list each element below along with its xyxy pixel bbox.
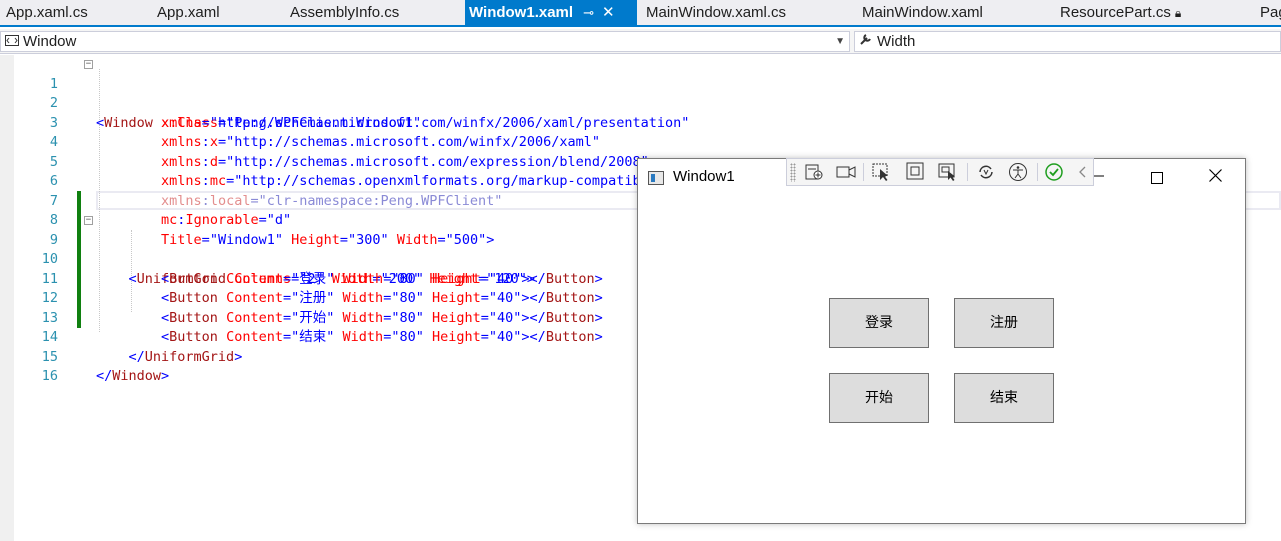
line-number: 16 <box>41 368 58 384</box>
tab-label: App.xaml <box>157 4 220 21</box>
chevron-down-icon[interactable]: ▼ <box>835 32 845 51</box>
element-selector-dropdown[interactable]: Window ▼ <box>0 31 850 52</box>
tab-label: Pag <box>1260 4 1281 21</box>
toolbar-separator <box>1037 163 1038 181</box>
collapse-toolbar-icon[interactable] <box>1072 162 1094 182</box>
start-button[interactable]: 开始 <box>829 373 929 423</box>
display-layout-adorners-icon[interactable] <box>905 162 927 182</box>
check-icon[interactable] <box>1043 162 1065 182</box>
code-line: 3 xmlns:x="http://schemas.microsoft.com/… <box>0 94 1281 151</box>
select-element-icon[interactable] <box>871 162 893 182</box>
close-icon[interactable] <box>1192 163 1238 191</box>
tab-resourcepart-cs[interactable]: ResourcePart.cs 🔒︎ <box>1060 0 1181 25</box>
code-line: 5 xmlns:mc="http://schemas.openxmlformat… <box>0 133 1281 190</box>
element-selector-value: Window <box>23 33 77 50</box>
tab-overflow-partial[interactable]: Pag <box>1260 0 1281 25</box>
track-focused-element-icon[interactable] <box>937 162 959 182</box>
live-visual-tree-icon[interactable] <box>803 162 825 182</box>
tab-mainwindow-xaml-cs[interactable]: MainWindow.xaml.cs <box>646 0 786 25</box>
pin-icon[interactable]: ⊸ <box>583 0 594 25</box>
tab-window1-xaml[interactable]: Window1.xaml ⊸ ✕ <box>465 0 637 25</box>
code-line: 1 − <Window x:Class="Peng.WPFClient.Wind… <box>0 55 1281 131</box>
camera-icon[interactable] <box>835 162 857 182</box>
register-button[interactable]: 注册 <box>954 298 1054 348</box>
collapse-icon[interactable]: − <box>84 216 93 225</box>
property-selector-dropdown[interactable]: Width <box>854 31 1281 52</box>
code-text: </Window> <box>96 368 170 384</box>
tab-app-xaml[interactable]: App.xaml <box>157 0 220 25</box>
navigation-bar: Window ▼ Width <box>0 29 1281 54</box>
collapse-icon[interactable]: − <box>84 60 93 69</box>
lock-icon: 🔒︎ <box>1174 6 1182 20</box>
toolbar-separator <box>967 163 968 181</box>
running-app-window[interactable]: Window1 登录 注册 开始 结束 <box>637 158 1246 524</box>
code-line: 2 xmlns="http://schemas.microsoft.com/wi… <box>0 75 1281 131</box>
element-icon <box>5 33 23 52</box>
toolbar-grip-icon[interactable] <box>790 163 796 182</box>
tab-label: ResourcePart.cs <box>1060 4 1171 21</box>
toolbar-separator <box>863 163 864 181</box>
xaml-debug-toolbar <box>786 158 1094 186</box>
accessibility-icon[interactable] <box>1007 162 1029 182</box>
tab-label: AssemblyInfo.cs <box>290 4 400 21</box>
window-app-icon <box>648 171 664 185</box>
close-icon[interactable]: ✕ <box>602 0 615 25</box>
maximize-icon[interactable] <box>1134 163 1180 191</box>
tab-assemblyinfo-cs[interactable]: AssemblyInfo.cs <box>290 0 399 25</box>
tab-mainwindow-xaml[interactable]: MainWindow.xaml <box>862 0 983 25</box>
login-button[interactable]: 登录 <box>829 298 929 348</box>
tab-label: Window1.xaml <box>469 4 574 21</box>
tab-label: MainWindow.xaml.cs <box>646 4 787 21</box>
end-button[interactable]: 结束 <box>954 373 1054 423</box>
window-title: Window1 <box>673 168 735 185</box>
hot-reload-icon[interactable] <box>975 162 997 182</box>
property-selector-value: Width <box>877 33 916 50</box>
tab-label: App.xaml.cs <box>6 4 88 21</box>
tab-label: MainWindow.xaml <box>862 4 983 21</box>
tab-app-xaml-cs[interactable]: App.xaml.cs <box>6 0 88 25</box>
code-line: 4 xmlns:d="http://schemas.microsoft.com/… <box>0 114 1281 170</box>
wrench-icon <box>859 32 877 52</box>
document-tab-strip: App.xaml.cs App.xaml AssemblyInfo.cs Win… <box>0 0 1281 27</box>
